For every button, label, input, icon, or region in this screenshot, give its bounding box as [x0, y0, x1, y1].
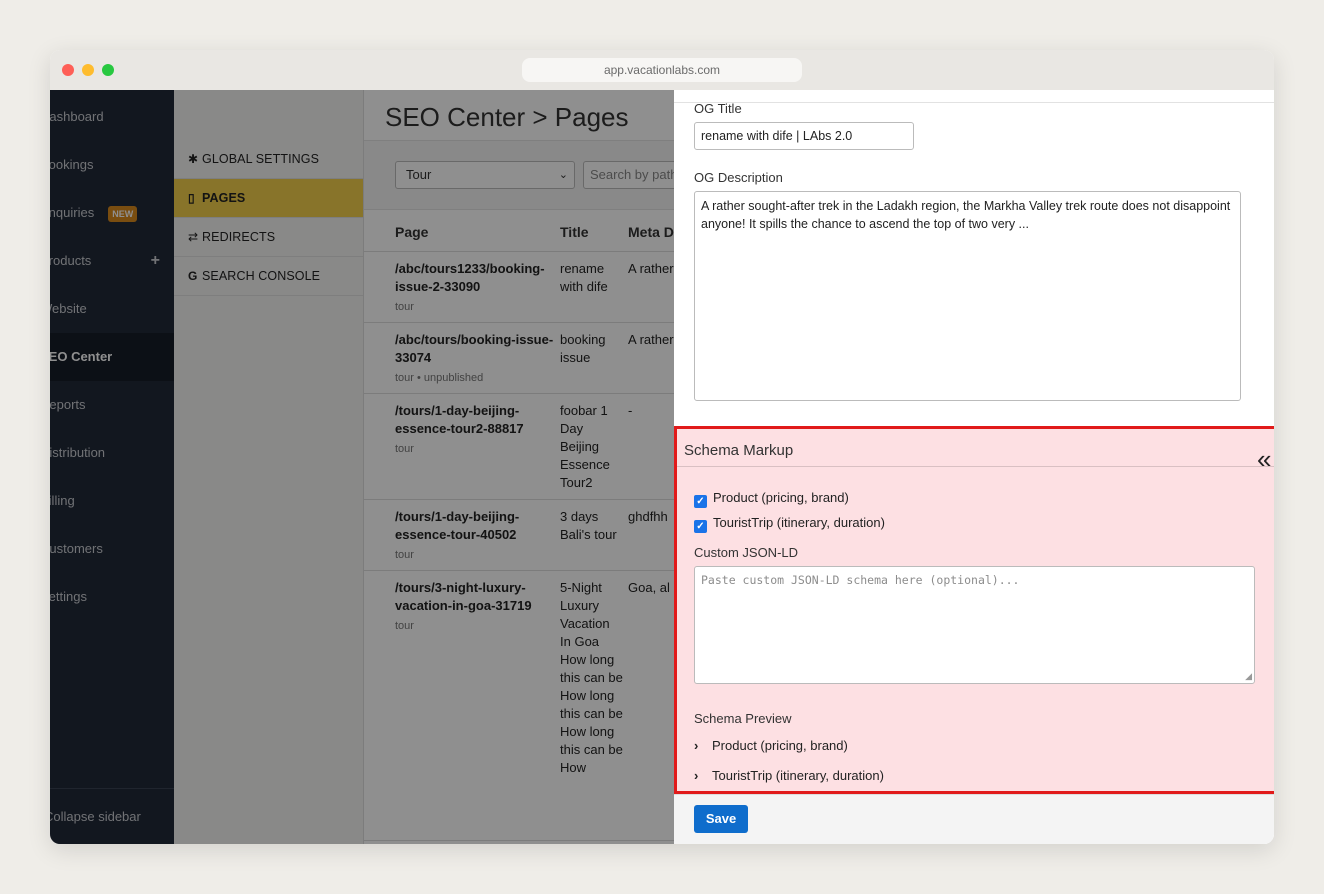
save-button[interactable]: Save [694, 805, 748, 833]
page-seo-panel: OG Title rename with dife | LAbs 2.0 OG … [674, 90, 1274, 844]
schema-preview-label: Schema Preview [694, 711, 792, 726]
browser-titlebar: app.vacationlabs.com [50, 50, 1274, 90]
minimize-window-button[interactable] [82, 64, 94, 76]
schema-option-product[interactable]: ✓ Product (pricing, brand) [694, 490, 849, 508]
og-description-textarea[interactable]: A rather sought-after trek in the Ladakh… [694, 191, 1241, 401]
double-chevron-left-icon[interactable]: « [1257, 446, 1271, 472]
schema-markup-title: Schema Markup [684, 442, 794, 459]
checkbox-checked-icon[interactable]: ✓ [694, 520, 707, 533]
app-content: Dashboard Bookings EnquiriesNEW Products… [50, 90, 1274, 844]
browser-window: app.vacationlabs.com Dashboard Bookings … [50, 50, 1274, 844]
resize-handle-icon[interactable]: ◢ [1245, 671, 1252, 682]
og-title-label: OG Title [694, 101, 742, 116]
custom-json-ld-textarea[interactable]: Paste custom JSON-LD schema here (option… [694, 566, 1255, 684]
chevron-right-icon: › [694, 738, 699, 753]
address-bar[interactable]: app.vacationlabs.com [522, 58, 802, 82]
modal-backdrop[interactable] [50, 90, 674, 844]
schema-option-touristtrip[interactable]: ✓ TouristTrip (itinerary, duration) [694, 515, 885, 533]
schema-preview-product[interactable]: › Product (pricing, brand) [694, 738, 848, 753]
schema-markup-section: Schema Markup « ✓ Product (pricing, brand… [674, 426, 1274, 794]
chevron-right-icon: › [694, 768, 699, 783]
panel-footer: Save [674, 794, 1274, 844]
close-window-button[interactable] [62, 64, 74, 76]
og-title-input[interactable]: rename with dife | LAbs 2.0 [694, 122, 914, 150]
checkbox-checked-icon[interactable]: ✓ [694, 495, 707, 508]
og-description-label: OG Description [694, 170, 783, 185]
schema-preview-touristtrip[interactable]: › TouristTrip (itinerary, duration) [694, 768, 884, 783]
maximize-window-button[interactable] [102, 64, 114, 76]
custom-json-ld-label: Custom JSON-LD [694, 545, 799, 560]
